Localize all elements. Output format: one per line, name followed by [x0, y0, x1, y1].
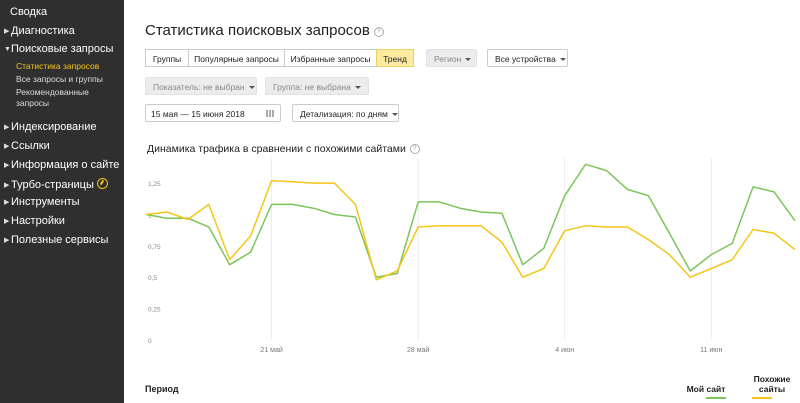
- chevron-right-icon: ▶: [4, 182, 10, 189]
- traffic-chart: 21 май 28 май 4 июн 11 июн00,250,50,7511,25: [145, 158, 796, 354]
- y-tick-label: 0,25: [148, 307, 161, 314]
- sidebar-item-label: Ссылки: [11, 140, 50, 152]
- sidebar-item-label: Инструменты: [11, 196, 80, 208]
- sidebar-item-turbo[interactable]: ▶ Турбо-страницы: [4, 178, 108, 191]
- sidebar-subitem-query-stats[interactable]: Статистика запросов: [16, 61, 99, 72]
- sidebar-item-site-info[interactable]: ▶ Информация о сайте: [4, 159, 119, 171]
- sidebar-item-label: Турбо-страницы: [11, 179, 94, 191]
- sidebar-item-services[interactable]: ▶ Полезные сервисы: [4, 234, 108, 246]
- x-tick-label: 28 май: [407, 346, 429, 354]
- sidebar-item-label: Полезные сервисы: [11, 234, 109, 246]
- sidebar-subitem-all-queries[interactable]: Все запросы и группы: [16, 74, 103, 85]
- chevron-right-icon: ▶: [4, 124, 10, 131]
- footer-period: Период: [145, 384, 179, 394]
- chevron-right-icon: ▶: [4, 162, 10, 169]
- sidebar-item-diagnostics[interactable]: ▶ Диагностика: [4, 25, 75, 37]
- footer-my-site: Мой сайт: [686, 384, 726, 394]
- y-tick-label: 0,5: [148, 275, 157, 282]
- sidebar-item-label: Поисковые запросы: [11, 43, 114, 55]
- y-tick-label: 0: [148, 338, 152, 345]
- chevron-right-icon: ▶: [4, 199, 10, 206]
- turbo-icon: [96, 178, 108, 189]
- footer-similar-line1: Похожие: [753, 374, 791, 384]
- sidebar-item-tools[interactable]: ▶ Инструменты: [4, 196, 80, 208]
- x-tick-label: 4 июн: [555, 347, 574, 354]
- x-tick-label: 21 май: [260, 346, 282, 354]
- sidebar: Сводка ▶ Диагностика ▼Поисковые запросы С…: [0, 0, 124, 403]
- sidebar-item-links[interactable]: ▶ Ссылки: [4, 140, 50, 152]
- sidebar-item-settings[interactable]: ▶ Настройки: [4, 215, 65, 227]
- footer-similar-line2: сайты: [758, 384, 786, 394]
- series-line-my-site: [145, 163, 796, 278]
- y-tick-label: 0,75: [148, 244, 161, 251]
- legend-similar-line: [752, 397, 772, 399]
- legend-my-site-line: [706, 397, 726, 399]
- chevron-right-icon: ▶: [4, 218, 10, 225]
- chevron-right-icon: ▶: [4, 28, 10, 35]
- sidebar-item-label: Настройки: [11, 215, 65, 227]
- chevron-right-icon: ▶: [4, 143, 10, 150]
- sidebar-item-label: Информация о сайте: [11, 159, 120, 171]
- main-content: Статистика поисковых запросов? Группы По…: [124, 0, 800, 403]
- footer-similar: Похожие сайты: [750, 374, 794, 394]
- chevron-down-icon: ▼: [4, 46, 11, 53]
- y-tick-label: 1,25: [148, 181, 161, 188]
- sidebar-subitem-recommended[interactable]: Рекомендованные: [16, 87, 89, 98]
- x-tick-label: 11 июн: [700, 347, 722, 354]
- sidebar-subitem-recommended-2[interactable]: запросы: [16, 98, 49, 109]
- sidebar-item-label: Диагностика: [11, 25, 75, 37]
- sidebar-item-summary[interactable]: Сводка: [10, 6, 47, 18]
- sidebar-item-indexing[interactable]: ▶ Индексирование: [4, 121, 97, 133]
- chevron-right-icon: ▶: [4, 237, 10, 244]
- sidebar-item-label: Сводка: [10, 6, 48, 18]
- sidebar-item-label: Индексирование: [11, 121, 97, 133]
- sidebar-item-search-queries[interactable]: ▼Поисковые запросы: [4, 43, 113, 55]
